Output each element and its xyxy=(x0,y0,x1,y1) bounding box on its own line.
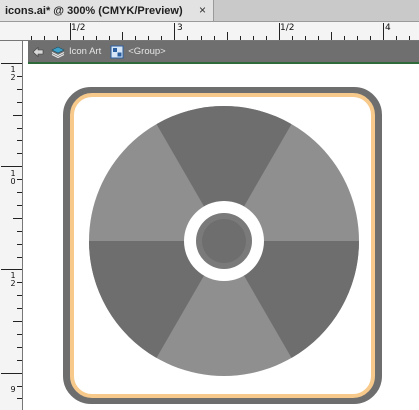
disc-icon-artwork[interactable] xyxy=(23,64,419,410)
disc-graphic xyxy=(89,106,359,376)
ruler-label: 3 xyxy=(177,23,183,33)
group-icon xyxy=(110,45,124,59)
artboard-canvas[interactable] xyxy=(23,64,419,410)
breadcrumb-item-group[interactable]: <Group> xyxy=(110,45,166,59)
vertical-ruler[interactable]: 1 2 1 0 1 2 9 xyxy=(0,41,23,410)
ruler-label: 9 xyxy=(10,385,16,394)
vertical-ruler-ticks xyxy=(1,63,22,399)
document-tab[interactable]: icons.ai* @ 300% (CMYK/Preview) × xyxy=(0,0,214,21)
ruler-label: 1/2 xyxy=(71,23,86,33)
document-tab-bar: icons.ai* @ 300% (CMYK/Preview) × xyxy=(0,0,419,22)
back-arrow-icon[interactable] xyxy=(31,45,45,59)
breadcrumb-item-layer[interactable]: Icon Art xyxy=(51,45,101,59)
ruler-label: 0 xyxy=(10,177,16,186)
ruler-label: 2 xyxy=(10,279,16,288)
breadcrumb-label: <Group> xyxy=(128,46,166,57)
ruler-label: 4 xyxy=(385,23,391,33)
breadcrumb-label: Icon Art xyxy=(69,46,102,57)
ruler-label: 2 xyxy=(10,73,16,82)
document-tab-title: icons.ai* @ 300% (CMYK/Preview) xyxy=(5,4,183,17)
horizontal-ruler[interactable]: 1/2 3 1/2 4 xyxy=(0,22,419,41)
close-icon[interactable]: × xyxy=(199,3,206,17)
ruler-label: 1/2 xyxy=(280,23,295,33)
isolation-mode-breadcrumb-bar: Icon Art <Group> xyxy=(28,41,419,64)
layer-icon xyxy=(51,45,65,59)
horizontal-ruler-ticks xyxy=(31,23,410,40)
